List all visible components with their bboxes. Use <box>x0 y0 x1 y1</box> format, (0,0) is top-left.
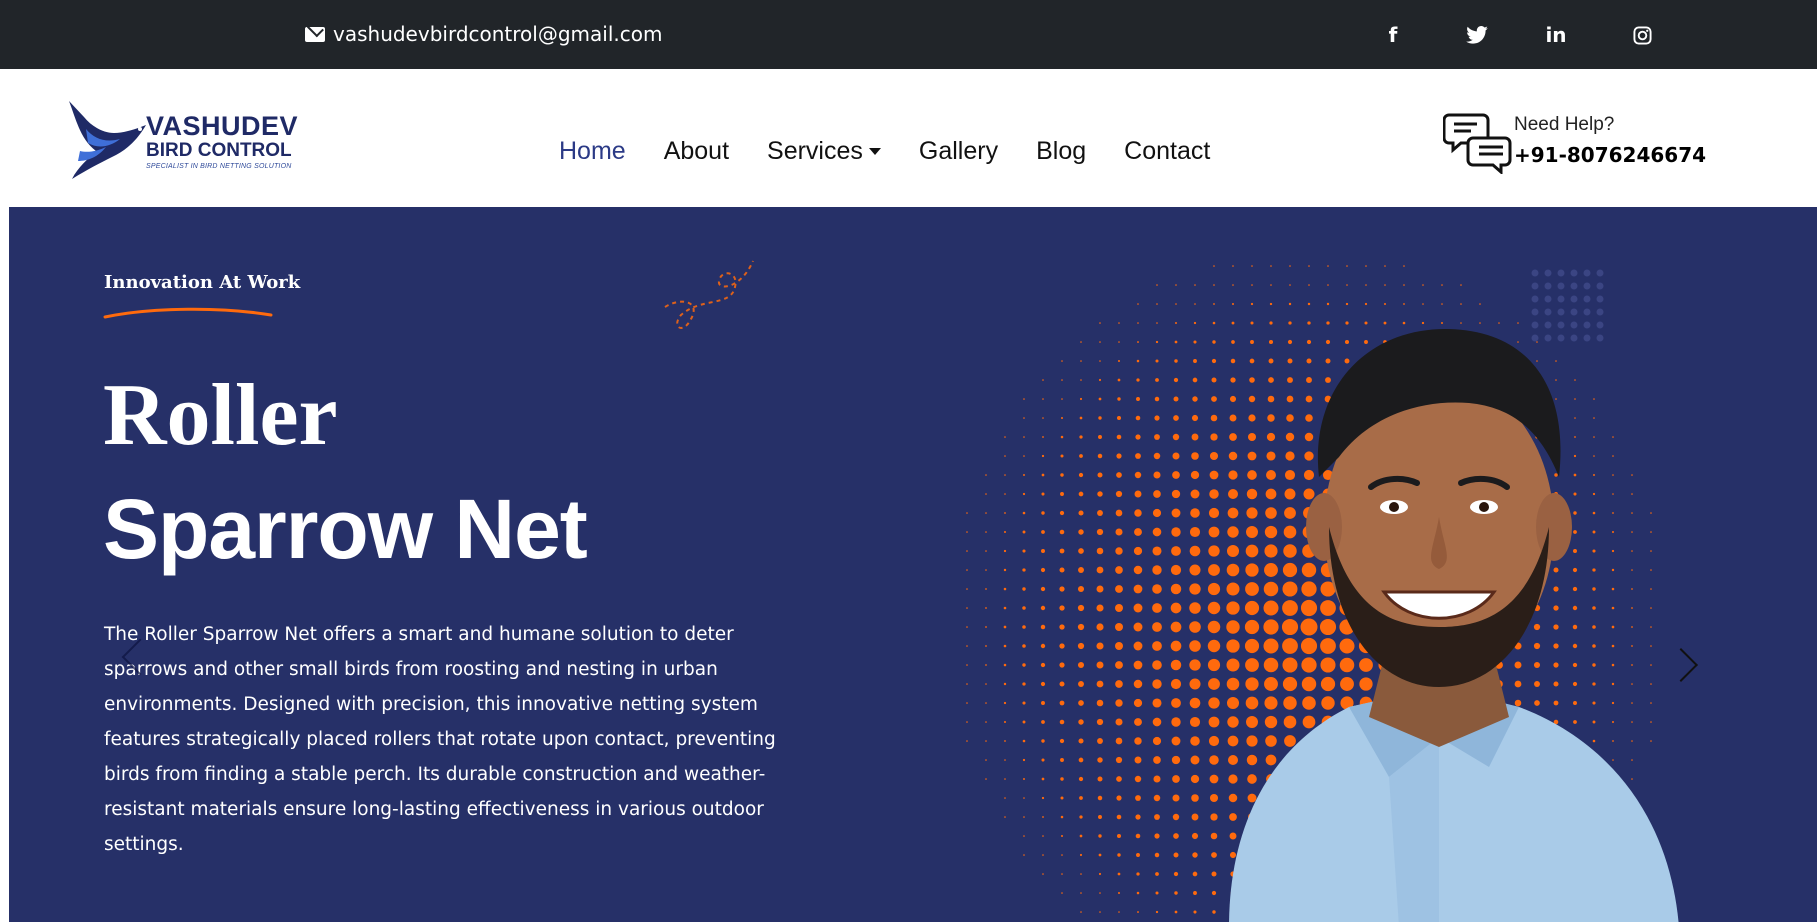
logo-line2: BIRD CONTROL <box>146 140 292 161</box>
nav-contact[interactable]: Contact <box>1124 137 1210 166</box>
top-bar: vashudevbirdcontrol@gmail.com f in <box>0 0 1817 69</box>
twitter-icon[interactable] <box>1462 20 1492 50</box>
nav-home-label: Home <box>559 137 626 165</box>
nav-blog[interactable]: Blog <box>1036 137 1086 166</box>
linkedin-icon[interactable]: in <box>1541 20 1571 50</box>
help-phone[interactable]: +91-8076246674 <box>1514 143 1706 167</box>
nav-about[interactable]: About <box>664 137 729 166</box>
facebook-icon[interactable]: f <box>1378 20 1408 50</box>
instagram-icon[interactable] <box>1627 20 1657 50</box>
nav-home[interactable]: Home <box>559 137 626 166</box>
hero-title-line1: Roller <box>103 367 338 464</box>
site-logo[interactable]: VASHUDEV BIRD CONTROL SPECIALIST IN BIRD… <box>66 99 306 183</box>
email-text: vashudevbirdcontrol@gmail.com <box>333 22 663 46</box>
help-label: Need Help? <box>1514 114 1615 135</box>
hero-description: The Roller Sparrow Net offers a smart an… <box>104 624 776 855</box>
dashed-swirl-decoration <box>664 260 754 329</box>
nav-services-label: Services <box>767 137 863 165</box>
nav-gallery-label: Gallery <box>918 137 999 165</box>
nav-services[interactable]: Services <box>767 137 881 166</box>
hero-title-line2: Sparrow Net <box>103 482 588 576</box>
caret-down-icon <box>868 148 881 155</box>
nav-gallery[interactable]: Gallery <box>919 137 998 166</box>
hero-slider: Innovation At Work Roller Sparrow Net Th… <box>9 207 1817 922</box>
nav-contact-label: Contact <box>1124 137 1211 165</box>
chat-bubbles-icon <box>1443 113 1512 174</box>
logo-tagline: SPECIALIST IN BIRD NETTING SOLUTION <box>146 163 292 170</box>
orange-underline-decoration <box>103 307 273 319</box>
envelope-icon <box>305 26 325 42</box>
site-header: VASHUDEV BIRD CONTROL SPECIALIST IN BIRD… <box>0 69 1817 207</box>
logo-line1: VASHUDEV <box>146 111 299 141</box>
bird-logo-icon <box>69 101 146 179</box>
nav-about-label: About <box>663 137 730 165</box>
hero-eyebrow: Innovation At Work <box>104 272 301 293</box>
main-nav: Home About Services Gallery Blog Contact <box>559 137 1248 166</box>
email-link[interactable]: vashudevbirdcontrol@gmail.com <box>305 22 662 46</box>
smiling-man-image <box>1229 328 1679 922</box>
nav-blog-label: Blog <box>1036 137 1087 165</box>
